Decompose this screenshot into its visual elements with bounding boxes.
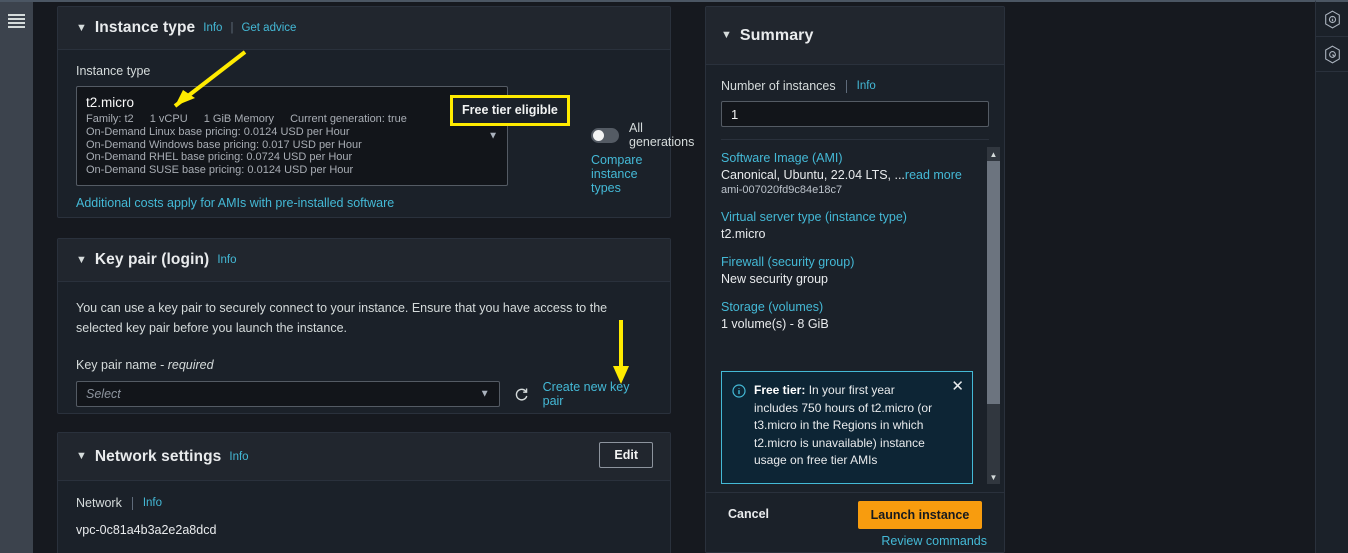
all-generations-toggle[interactable] <box>591 127 619 143</box>
review-commands-link[interactable]: Review commands <box>881 534 987 548</box>
key-pair-panel-body: You can use a key pair to securely conne… <box>58 282 670 424</box>
summary-group-firewall: Firewall (security group) New security g… <box>721 255 989 286</box>
summary-key: Firewall (security group) <box>721 255 855 269</box>
chevron-down-icon[interactable]: ▼ <box>488 130 498 141</box>
chevron-down-icon[interactable]: ▼ <box>480 389 490 400</box>
all-generations-toggle-row: All generations <box>591 121 694 149</box>
summary-panel-body: Number of instances Info Software Image … <box>706 65 1004 331</box>
summary-title: Summary <box>739 26 814 44</box>
cancel-button[interactable]: Cancel <box>728 507 769 521</box>
toggle-knob <box>593 129 604 141</box>
network-label: Network <box>76 496 122 510</box>
free-tier-callout: Free tier: In your first year includes 7… <box>721 371 973 484</box>
network-info-link[interactable]: Info <box>143 497 162 509</box>
ami-id: ami-007020fd9c84e18c7 <box>721 184 843 196</box>
free-tier-callout-prefix: Free tier: <box>754 383 806 397</box>
instance-vcpu: 1 vCPU <box>149 113 188 125</box>
pricing-linux: On-Demand Linux base pricing: 0.0124 USD… <box>86 125 350 138</box>
page-title: Instance type <box>94 19 196 36</box>
number-of-instances-info-link[interactable]: Info <box>857 80 876 92</box>
key-pair-description: You can use a key pair to securely conne… <box>76 301 608 335</box>
launch-instance-button[interactable]: Launch instance <box>858 501 982 529</box>
summary-key: Virtual server type (instance type) <box>721 210 907 224</box>
chevron-down-icon[interactable]: ▼ <box>721 30 732 41</box>
key-pair-info-link[interactable]: Info <box>217 254 236 266</box>
summary-footer: Cancel Launch instance Review commands <box>706 492 1004 552</box>
network-value: vpc-0c81a4b3a2e2a8dcd <box>76 523 217 537</box>
key-pair-name-label: Key pair name - required <box>76 358 214 372</box>
summary-key: Storage (volumes) <box>721 300 824 314</box>
summary-scrollbar[interactable]: ▲ ▼ <box>987 147 1000 484</box>
additional-costs-link[interactable]: Additional costs apply for AMIs with pre… <box>76 196 394 210</box>
number-of-instances-input[interactable] <box>721 101 989 127</box>
summary-value: 1 volume(s) - 8 GiB <box>721 317 829 331</box>
scroll-down-icon[interactable]: ▼ <box>987 470 1000 484</box>
instance-type-panel-body: Instance type t2.micro Family: t2 1 vCPU… <box>58 50 670 228</box>
right-icon-rail <box>1315 0 1348 553</box>
summary-panel-header[interactable]: ▼ Summary <box>706 7 1004 65</box>
instance-type-select[interactable]: t2.micro Family: t2 1 vCPU 1 GiB Memory … <box>76 86 508 186</box>
hamburger-menu-icon[interactable] <box>8 14 25 28</box>
all-generations-label: All generations <box>629 121 695 149</box>
summary-group-instance-type: Virtual server type (instance type) t2.m… <box>721 210 989 241</box>
chevron-down-icon[interactable]: ▼ <box>76 254 87 266</box>
pricing-windows: On-Demand Windows base pricing: 0.017 US… <box>86 138 362 151</box>
network-settings-panel-body: Network Info vpc-0c81a4b3a2e2a8dcd <box>58 481 670 552</box>
create-new-key-pair-link[interactable]: Create new key pair <box>543 380 652 408</box>
separator: | <box>230 22 234 34</box>
instance-type-info-link[interactable]: Info <box>203 22 222 34</box>
selected-instance-type-name: t2.micro <box>86 95 135 110</box>
edit-network-settings-button[interactable]: Edit <box>599 442 653 468</box>
get-advice-link[interactable]: Get advice <box>241 22 296 34</box>
key-pair-name-select[interactable]: Select ▼ <box>76 381 500 407</box>
instance-generation: Current generation: true <box>290 113 407 125</box>
key-pair-title: Key pair (login) <box>94 251 210 268</box>
scrollbar-thumb[interactable] <box>987 161 1000 404</box>
chevron-down-icon[interactable]: ▼ <box>76 22 87 34</box>
divider <box>721 139 989 140</box>
instance-type-panel-header[interactable]: ▼ Instance type Info | Get advice <box>58 7 670 50</box>
summary-value: t2.micro <box>721 227 766 241</box>
scroll-up-icon[interactable]: ▲ <box>987 147 1000 161</box>
summary-value: New security group <box>721 272 828 286</box>
key-pair-select-value: Select <box>86 387 121 401</box>
pricing-rhel: On-Demand RHEL base pricing: 0.0724 USD … <box>86 151 353 164</box>
settings-hexagon-icon[interactable] <box>1316 37 1348 72</box>
summary-group-ami: Software Image (AMI) Canonical, Ubuntu, … <box>721 151 989 196</box>
instance-type-specs-row: Family: t2 1 vCPU 1 GiB Memory Current g… <box>86 113 477 126</box>
summary-key: Software Image (AMI) <box>721 151 843 165</box>
divider <box>845 79 847 93</box>
refresh-icon[interactable] <box>514 387 529 402</box>
required-marker: required <box>167 358 214 372</box>
network-settings-panel: ▼ Network settings Info Edit Network Inf… <box>57 432 671 553</box>
free-tier-callout-text: Free tier: In your first year includes 7… <box>754 382 934 470</box>
number-of-instances-label: Number of instances <box>721 79 836 93</box>
compare-instance-types-link[interactable]: Compare instance types <box>591 153 670 195</box>
divider <box>131 496 133 510</box>
instance-type-panel: ▼ Instance type Info | Get advice Instan… <box>57 6 694 218</box>
network-settings-title: Network settings <box>94 447 222 465</box>
key-pair-panel: ▼ Key pair (login) Info You can use a ke… <box>57 238 671 414</box>
content-area: ▼ Instance type Info | Get advice Instan… <box>33 0 1315 553</box>
free-tier-eligible-badge: Free tier eligible <box>450 95 570 126</box>
summary-group-storage: Storage (volumes) 1 volume(s) - 8 GiB <box>721 300 989 331</box>
top-divider <box>33 0 1315 2</box>
network-settings-panel-header[interactable]: ▼ Network settings Info Edit <box>58 433 670 481</box>
key-pair-panel-header[interactable]: ▼ Key pair (login) Info <box>58 239 670 282</box>
pricing-suse: On-Demand SUSE base pricing: 0.0124 USD … <box>86 164 354 177</box>
close-icon[interactable]: ✕ <box>951 379 964 394</box>
summary-value: Canonical, Ubuntu, 22.04 LTS, ...read mo… <box>721 168 962 182</box>
network-settings-info-link[interactable]: Info <box>229 451 248 463</box>
left-nav-rail <box>0 0 33 553</box>
instance-family: Family: t2 <box>86 113 134 125</box>
info-hexagon-icon[interactable] <box>1316 2 1348 37</box>
summary-panel: ▼ Summary Number of instances Info Softw… <box>705 6 1005 553</box>
info-circle-icon <box>732 382 746 470</box>
chevron-down-icon[interactable]: ▼ <box>76 451 87 462</box>
ec2-launch-instance-screen: ▼ Instance type Info | Get advice Instan… <box>0 0 1348 553</box>
instance-memory: 1 GiB Memory <box>203 113 275 125</box>
read-more-link[interactable]: read more <box>905 168 962 182</box>
instance-type-field-label: Instance type <box>76 64 151 78</box>
